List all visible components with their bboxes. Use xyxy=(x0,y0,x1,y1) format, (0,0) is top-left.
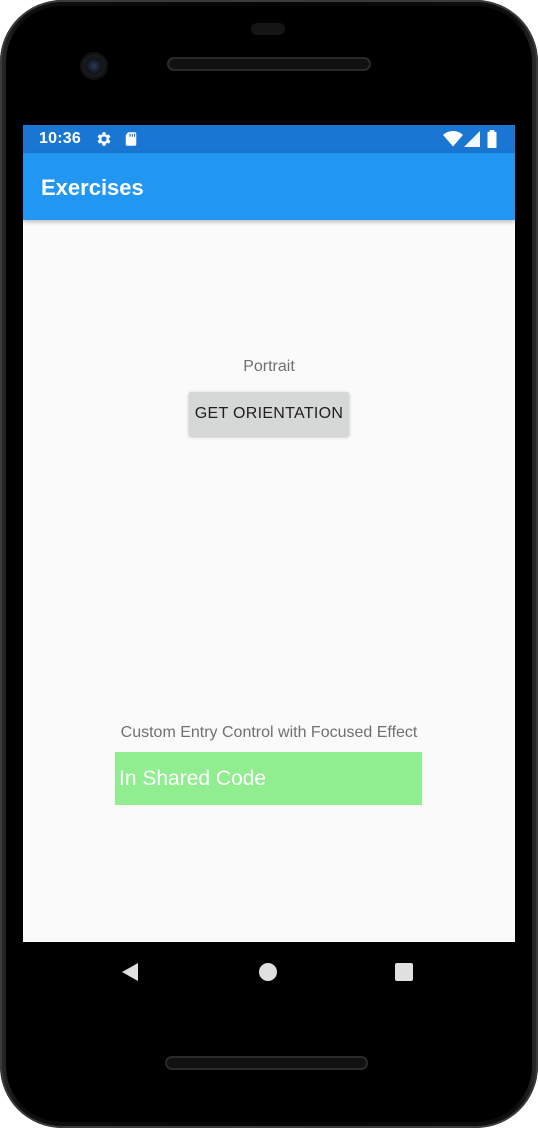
orientation-label: Portrait xyxy=(243,358,295,375)
wifi-icon xyxy=(443,130,463,148)
earpiece-speaker xyxy=(167,57,371,71)
screen: 10:36 Exercises Portrait GET ORIENTATION… xyxy=(23,125,515,1002)
sd-card-icon xyxy=(122,130,140,148)
back-icon[interactable] xyxy=(114,956,146,988)
page-title: Exercises xyxy=(41,175,144,200)
bottom-speaker xyxy=(165,1056,368,1070)
entry-label: Custom Entry Control with Focused Effect xyxy=(120,724,418,741)
app-bar: Exercises xyxy=(23,153,515,220)
signal-icon xyxy=(464,130,480,148)
proximity-sensor xyxy=(251,23,285,35)
battery-icon xyxy=(486,130,498,148)
main-content: Portrait GET ORIENTATION Custom Entry Co… xyxy=(23,220,515,942)
recents-icon[interactable] xyxy=(388,956,420,988)
gear-icon xyxy=(95,130,113,148)
status-bar: 10:36 xyxy=(23,125,515,153)
phone-frame: 10:36 Exercises Portrait GET ORIENTATION… xyxy=(0,0,538,1128)
front-camera-icon xyxy=(82,54,106,78)
home-icon[interactable] xyxy=(252,956,284,988)
status-time: 10:36 xyxy=(39,130,81,147)
get-orientation-button[interactable]: GET ORIENTATION xyxy=(189,392,349,436)
custom-entry-field[interactable] xyxy=(115,752,422,805)
navigation-bar xyxy=(23,942,515,1002)
